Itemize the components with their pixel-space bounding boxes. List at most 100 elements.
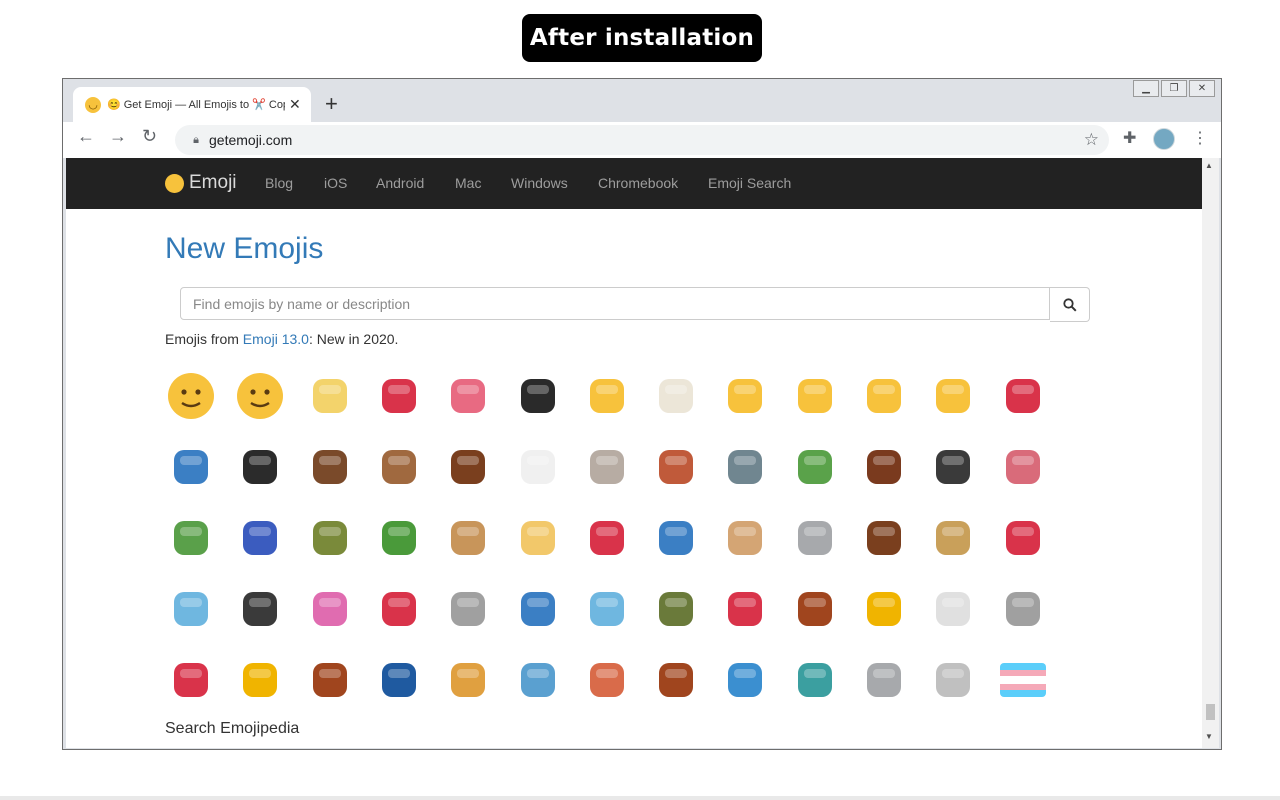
minimize-button[interactable]: ▁ (1133, 80, 1159, 97)
emoji-1-1[interactable] (234, 441, 286, 493)
emoji-2-5[interactable] (512, 512, 564, 564)
nav-windows[interactable]: Windows (511, 175, 568, 191)
emoji-3-10[interactable] (858, 583, 910, 635)
scroll-up-icon[interactable]: ▲ (1205, 161, 1213, 170)
intro-text: Emojis from Emoji 13.0: New in 2020. (165, 331, 399, 347)
close-window-button[interactable]: ✕ (1189, 80, 1215, 97)
emoji-0-4[interactable] (442, 370, 494, 422)
emoji-2-0[interactable] (165, 512, 217, 564)
emoji-0-3[interactable] (373, 370, 425, 422)
emoji-0-5[interactable] (512, 370, 564, 422)
emoji-search-input[interactable] (180, 287, 1050, 320)
profile-avatar[interactable] (1153, 128, 1175, 150)
emoji-4-0[interactable] (165, 654, 217, 706)
emoji-4-4[interactable] (442, 654, 494, 706)
star-icon[interactable]: ☆ (1084, 130, 1099, 150)
emoji-glyph-icon (728, 592, 762, 626)
reload-icon[interactable]: ↻ (142, 126, 157, 147)
emoji-3-2[interactable] (304, 583, 356, 635)
emoji-1-2[interactable] (304, 441, 356, 493)
emoji-2-12[interactable] (997, 512, 1049, 564)
tab-close-icon[interactable]: ✕ (289, 96, 301, 113)
kebab-menu-icon[interactable]: ⋮ (1192, 128, 1208, 148)
search-button[interactable] (1050, 287, 1090, 322)
emoji-4-9[interactable] (789, 654, 841, 706)
emoji-3-4[interactable] (442, 583, 494, 635)
emoji-0-7[interactable] (650, 370, 702, 422)
emoji-1-7[interactable] (650, 441, 702, 493)
emoji-1-8[interactable] (719, 441, 771, 493)
emoji-4-5[interactable] (512, 654, 564, 706)
emoji-4-6[interactable] (581, 654, 633, 706)
emoji-0-0[interactable] (165, 370, 217, 422)
emoji-3-0[interactable] (165, 583, 217, 635)
emoji-0-1[interactable] (234, 370, 286, 422)
emoji-1-4[interactable] (442, 441, 494, 493)
emoji-3-8[interactable] (719, 583, 771, 635)
emoji-1-9[interactable] (789, 441, 841, 493)
emoji-4-7[interactable] (650, 654, 702, 706)
emoji-1-11[interactable] (927, 441, 979, 493)
emoji-1-10[interactable] (858, 441, 910, 493)
browser-tab[interactable]: ◡ 😊 Get Emoji — All Emojis to ✂️ Copy an… (73, 87, 311, 122)
emoji-3-5[interactable] (512, 583, 564, 635)
emoji-1-0[interactable] (165, 441, 217, 493)
nav-blog[interactable]: Blog (265, 175, 293, 191)
forward-arrow-icon[interactable]: → (109, 126, 127, 147)
emoji-4-3[interactable] (373, 654, 425, 706)
emoji-1-5[interactable] (512, 441, 564, 493)
emoji-3-11[interactable] (927, 583, 979, 635)
emoji-0-12[interactable] (997, 370, 1049, 422)
emoji-3-7[interactable] (650, 583, 702, 635)
emoji-4-2[interactable] (304, 654, 356, 706)
emoji-4-12[interactable] (997, 654, 1049, 706)
emoji-3-9[interactable] (789, 583, 841, 635)
back-arrow-icon[interactable]: ← (77, 126, 95, 147)
emoji-2-3[interactable] (373, 512, 425, 564)
emoji-0-2[interactable] (304, 370, 356, 422)
emoji-0-6[interactable] (581, 370, 633, 422)
emoji-3-12[interactable] (997, 583, 1049, 635)
nav-chromebook[interactable]: Chromebook (598, 175, 678, 191)
emoji-2-10[interactable] (858, 512, 910, 564)
nav-ios[interactable]: iOS (324, 175, 347, 191)
restore-button[interactable]: ❐ (1161, 80, 1187, 97)
emoji-2-8[interactable] (719, 512, 771, 564)
emoji-2-6[interactable] (581, 512, 633, 564)
nav-android[interactable]: Android (376, 175, 424, 191)
emoji-0-8[interactable] (719, 370, 771, 422)
puzzle-icon[interactable]: ✚ (1123, 128, 1136, 148)
emoji-3-3[interactable] (373, 583, 425, 635)
emoji-4-8[interactable] (719, 654, 771, 706)
emoji-4-10[interactable] (858, 654, 910, 706)
emoji-0-10[interactable] (858, 370, 910, 422)
address-bar[interactable]: 🔒︎ getemoji.com ☆ (175, 125, 1109, 155)
emoji-1-6[interactable] (581, 441, 633, 493)
new-tab-icon[interactable]: + (325, 91, 338, 117)
emoji-glyph-icon (936, 450, 970, 484)
emoji-3-6[interactable] (581, 583, 633, 635)
nav-emoji-search[interactable]: Emoji Search (708, 175, 791, 191)
emoji-0-11[interactable] (927, 370, 979, 422)
emoji-2-1[interactable] (234, 512, 286, 564)
emoji-0-9[interactable] (789, 370, 841, 422)
emoji-4-11[interactable] (927, 654, 979, 706)
emoji-3-1[interactable] (234, 583, 286, 635)
emoji-2-11[interactable] (927, 512, 979, 564)
emoji-1-12[interactable] (997, 441, 1049, 493)
scroll-down-icon[interactable]: ▼ (1205, 732, 1213, 741)
scrollbar-thumb[interactable] (1206, 704, 1215, 720)
emoji-13-link[interactable]: Emoji 13.0 (243, 331, 309, 347)
emoji-1-3[interactable] (373, 441, 425, 493)
site-brand[interactable]: Emoji (165, 172, 237, 194)
url-text[interactable]: getemoji.com (209, 132, 292, 148)
vertical-scrollbar[interactable]: ▲ ▼ (1202, 158, 1219, 748)
emoji-2-9[interactable] (789, 512, 841, 564)
nav-mac[interactable]: Mac (455, 175, 481, 191)
emoji-2-7[interactable] (650, 512, 702, 564)
emoji-2-2[interactable] (304, 512, 356, 564)
emoji-glyph-icon (382, 450, 416, 484)
emoji-glyph-icon (659, 450, 693, 484)
emoji-2-4[interactable] (442, 512, 494, 564)
emoji-4-1[interactable] (234, 654, 286, 706)
